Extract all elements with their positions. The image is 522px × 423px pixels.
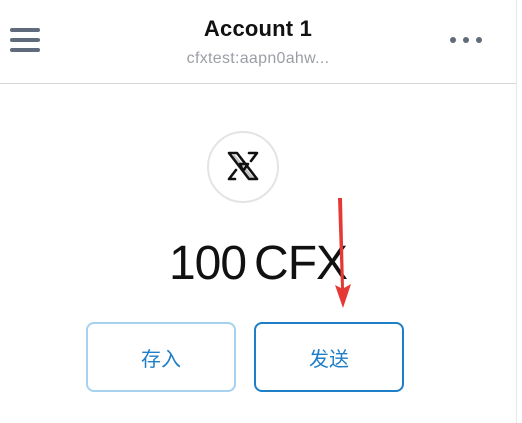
send-button[interactable]: 发送	[254, 322, 404, 392]
token-logo	[207, 131, 279, 203]
send-button-label: 发送	[309, 346, 349, 371]
deposit-button[interactable]: 存入	[86, 322, 236, 392]
account-address[interactable]: cfxtest:aapn0ahw...	[0, 50, 516, 68]
window-edge	[516, 0, 517, 423]
balance-amount: 100	[168, 237, 247, 290]
token-balance: 100 CFX	[0, 236, 516, 291]
wallet-window: Account 1 cfxtest:aapn0ahw... 100CFX 存入	[0, 0, 522, 423]
deposit-button-label: 存入	[141, 346, 181, 371]
red-arrow-annotation-icon	[335, 198, 351, 308]
more-dots-icon[interactable]	[446, 32, 486, 50]
account-name[interactable]: Account 1	[0, 16, 516, 42]
account-header: Account 1 cfxtest:aapn0ahw...	[0, 0, 516, 84]
conflux-logo-icon	[227, 151, 259, 181]
